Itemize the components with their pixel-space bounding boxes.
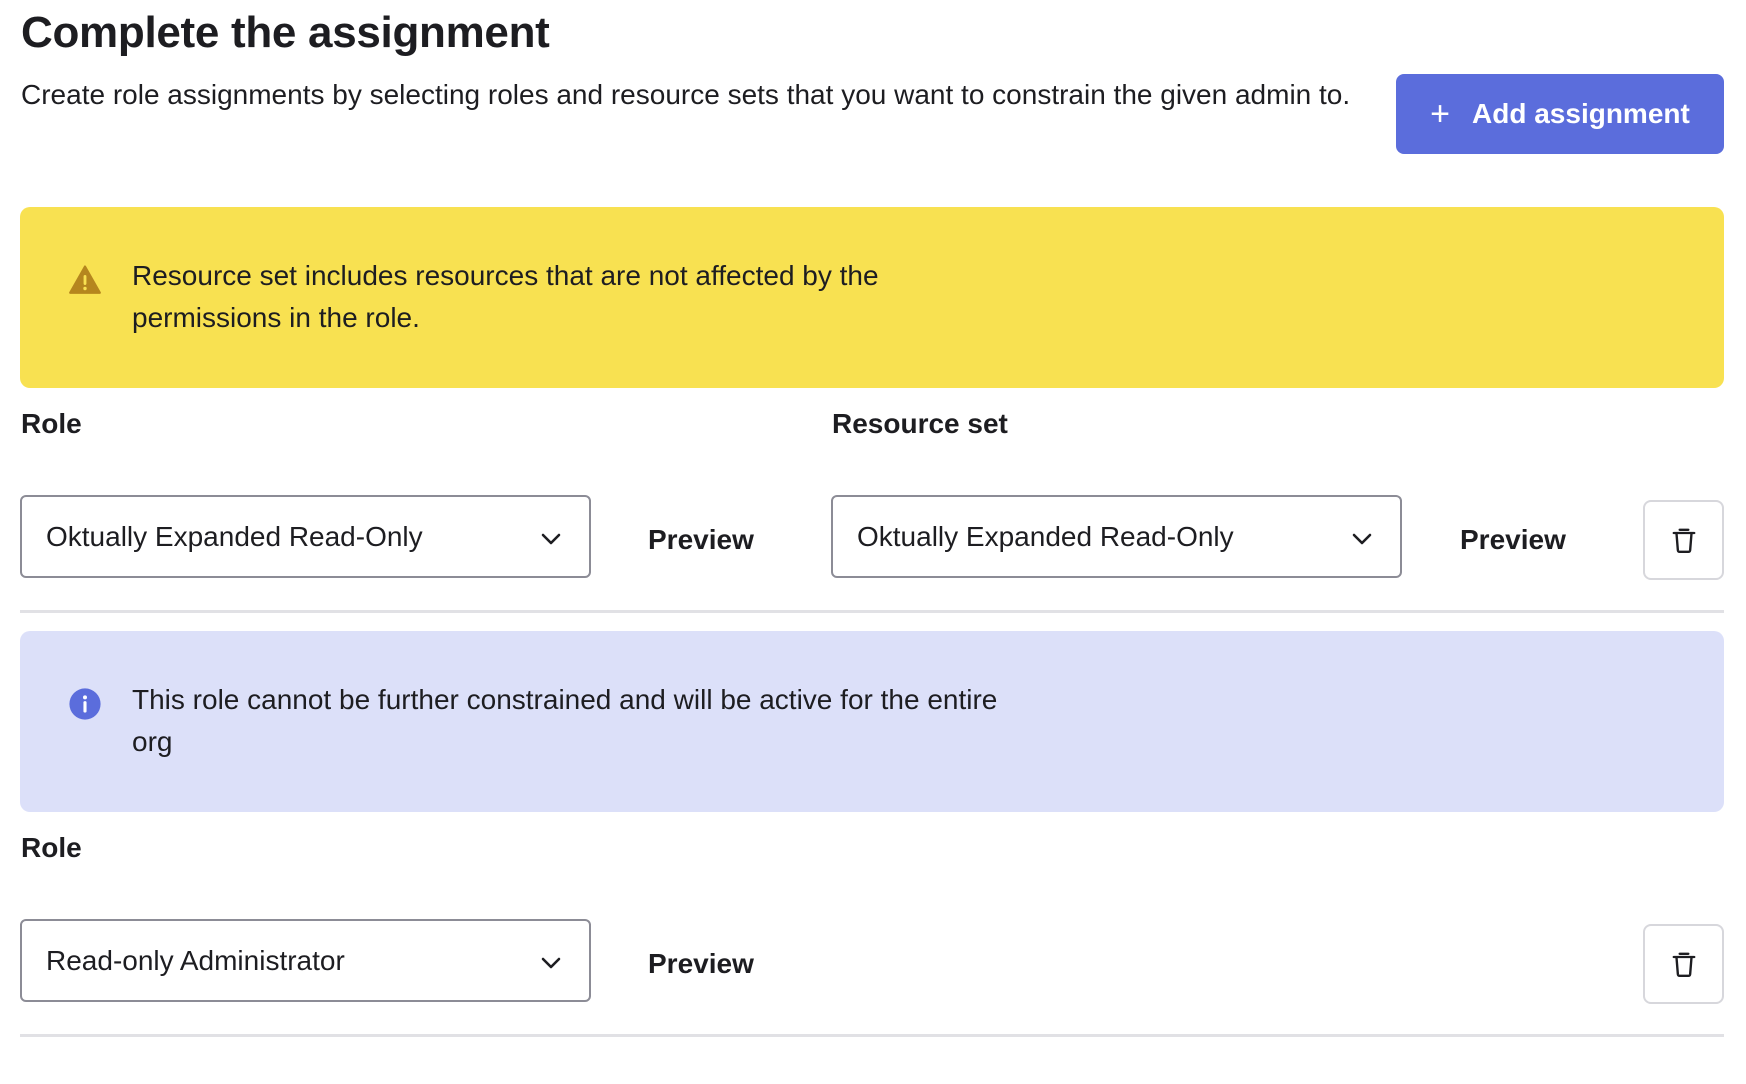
chevron-down-icon bbox=[1352, 533, 1372, 545]
role-select[interactable]: Oktually Expanded Read-Only bbox=[20, 495, 591, 578]
chevron-down-icon bbox=[541, 957, 561, 969]
info-text: This role cannot be further constrained … bbox=[132, 684, 998, 757]
info-circle-icon bbox=[69, 688, 101, 720]
resource-set-select[interactable]: Oktually Expanded Read-Only bbox=[831, 495, 1402, 578]
resource-set-select-value: Oktually Expanded Read-Only bbox=[857, 520, 1234, 552]
role-label: Role bbox=[21, 408, 82, 439]
warning-callout: Resource set includes resources that are… bbox=[20, 207, 1724, 388]
info-callout: This role cannot be further constrained … bbox=[20, 631, 1724, 812]
assignment-divider bbox=[20, 610, 1724, 613]
role-label-2: Role bbox=[21, 832, 82, 863]
resource-set-label: Resource set bbox=[832, 408, 1008, 439]
role-select-value: Oktually Expanded Read-Only bbox=[46, 520, 423, 552]
add-assignment-button[interactable]: + Add assignment bbox=[1396, 74, 1724, 154]
trash-icon bbox=[1672, 952, 1695, 978]
add-assignment-label: Add assignment bbox=[1472, 98, 1690, 129]
delete-assignment-button[interactable] bbox=[1643, 500, 1724, 580]
role-preview-link-2[interactable]: Preview bbox=[648, 948, 754, 980]
role-preview-link[interactable]: Preview bbox=[648, 524, 754, 556]
assignment-divider-2 bbox=[20, 1034, 1724, 1037]
chevron-down-icon bbox=[541, 533, 561, 545]
page-title: Complete the assignment bbox=[21, 8, 550, 57]
plus-icon: + bbox=[1430, 95, 1451, 133]
role-select-2[interactable]: Read-only Administrator bbox=[20, 919, 591, 1002]
warning-text: Resource set includes resources that are… bbox=[132, 260, 879, 333]
page-description: Create role assignments by selecting rol… bbox=[21, 79, 1351, 110]
warning-triangle-icon bbox=[69, 265, 101, 294]
resource-set-preview-link[interactable]: Preview bbox=[1460, 524, 1566, 556]
delete-assignment-button-2[interactable] bbox=[1643, 924, 1724, 1004]
trash-icon bbox=[1672, 528, 1695, 554]
role-select-value-2: Read-only Administrator bbox=[46, 944, 345, 976]
